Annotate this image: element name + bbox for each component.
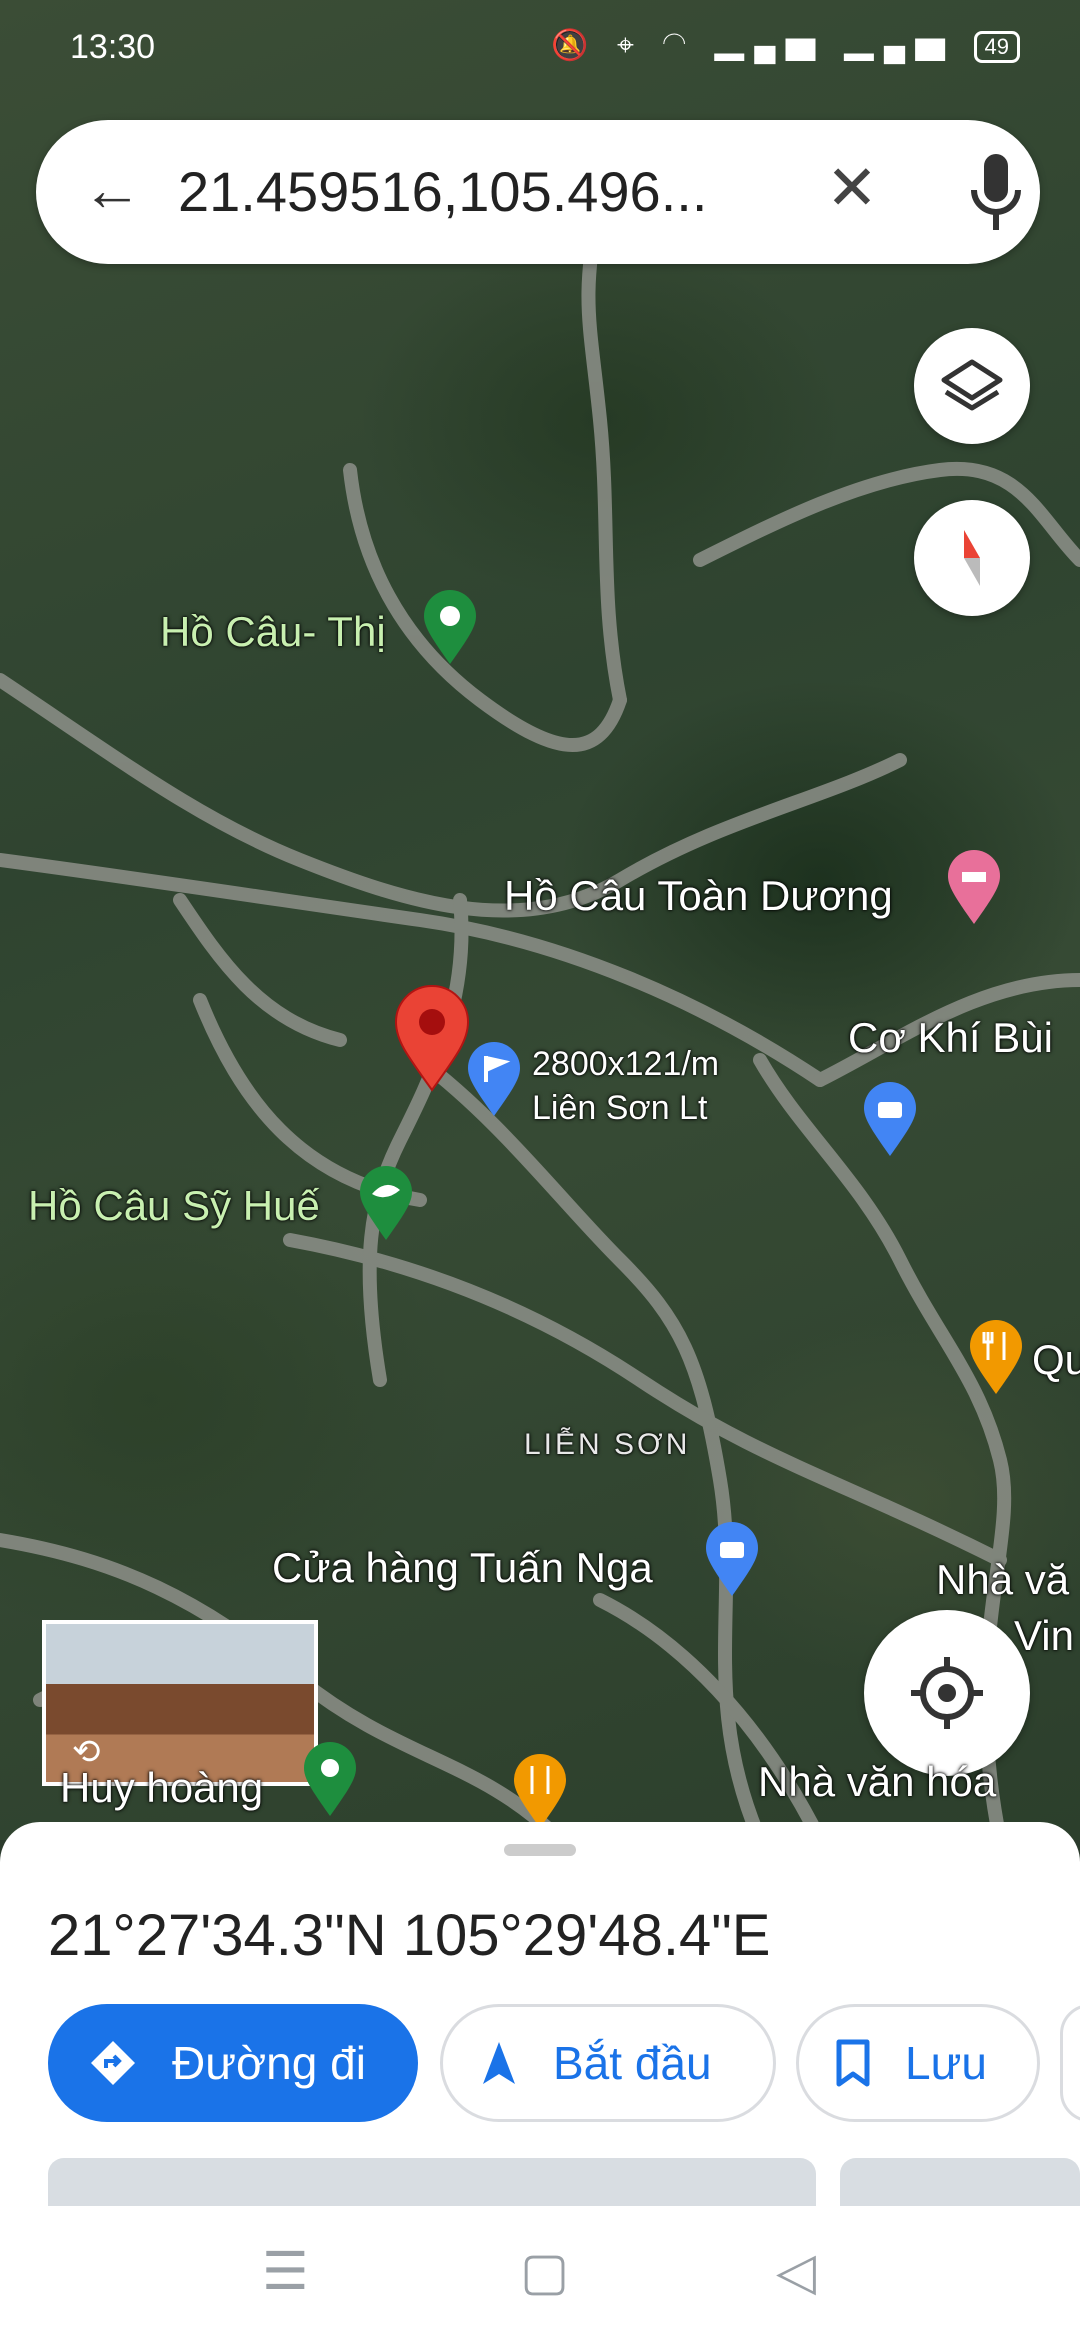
map-view[interactable]: 13:30 🔕 ⌖ ◠ ▂▄▆ ▂▄▆ 49 ← 21.459516,105.4… [0,0,1080,1840]
map-label-place-line1[interactable]: 2800x121/m [532,1042,719,1086]
my-location-button[interactable] [864,1610,1030,1776]
back-icon[interactable]: ◁ [776,2242,816,2302]
signal-icon-2: ▂▄▆ [843,29,956,62]
layers-button[interactable] [914,328,1030,444]
system-nav-bar: ☰ ▢ ◁ [0,2206,1080,2340]
status-bar: 13:30 🔕 ⌖ ◠ ▂▄▆ ▂▄▆ 49 [0,0,1080,100]
bookmark-icon [835,2038,871,2088]
navigation-icon [479,2038,519,2088]
map-label-ho-cau-thi[interactable]: Hồ Câu- Thị [160,608,386,656]
hotel-pin-icon[interactable] [944,848,1004,928]
map-label-huy-hoang[interactable]: Huy hoàng [60,1764,263,1812]
green-place-pin-icon[interactable] [420,588,480,668]
map-label-ho-cau-toan-duong[interactable]: Hồ Câu Toàn Dương [504,872,893,920]
directions-label: Đường đi [172,2037,366,2089]
restaurant-pin-icon-2[interactable] [510,1752,570,1832]
save-button[interactable]: Lưu [796,2004,1040,2122]
search-input[interactable]: 21.459516,105.496... [178,158,768,226]
directions-button[interactable]: Đường đi [48,2004,418,2122]
layers-icon [941,359,1003,411]
more-actions-button[interactable] [1060,2004,1080,2122]
status-time: 13:30 [70,28,156,66]
coordinates-title: 21°27'34.3"N 105°29'48.4"E [48,1903,771,1968]
wifi-icon: ◠ [662,29,696,62]
map-label-co-khi-bui[interactable]: Cơ Khí Bùi [848,1014,1053,1062]
status-icons: 🔕 ⌖ ◠ ▂▄▆ ▂▄▆ 49 [551,28,1020,64]
compass-icon [964,530,980,586]
signal-icon: ▂▄▆ [714,29,826,62]
map-label-nha-van-1[interactable]: Nhà vă [936,1556,1069,1604]
map-label-ho-cau-sy-hue[interactable]: Hồ Câu Sỹ Huế [28,1182,320,1230]
restaurant-pin-icon[interactable] [966,1318,1026,1398]
map-label-place-line2[interactable]: Liên Sơn Lt [532,1086,707,1130]
my-location-icon [911,1657,983,1729]
compass-button[interactable] [914,500,1030,616]
store-pin-icon[interactable] [702,1520,762,1600]
menu-icon[interactable]: ☰ [262,2242,309,2302]
map-label-nha-van-hoa[interactable]: Nhà văn hóa [758,1758,996,1806]
shopping-pin-icon[interactable] [860,1080,920,1160]
map-label-qu[interactable]: Qu [1032,1336,1080,1384]
start-button[interactable]: Bắt đầu [440,2004,776,2122]
map-label-area: LIỄN SƠN [524,1428,691,1461]
battery-icon: 49 [973,31,1020,64]
save-label: Lưu [905,2037,987,2089]
mute-icon: 🔕 [551,29,599,62]
drag-handle[interactable] [504,1844,576,1856]
mic-icon[interactable] [966,150,1026,234]
search-bar[interactable]: ← 21.459516,105.496... ✕ [36,120,1040,264]
fishing-pin-icon[interactable] [356,1164,416,1244]
map-label-cua-hang[interactable]: Cửa hàng Tuấn Nga [272,1544,653,1592]
start-label: Bắt đầu [553,2037,712,2089]
location-icon: ⌖ [616,29,644,62]
street-view-thumbnail[interactable]: ⟲ [42,1620,318,1786]
back-arrow-icon[interactable]: ← [82,158,142,222]
directions-icon [88,2038,138,2088]
home-icon[interactable]: ▢ [520,2242,569,2302]
flag-pin-icon[interactable] [464,1040,524,1120]
close-icon[interactable]: ✕ [826,154,878,224]
park-pin-icon[interactable] [300,1740,360,1820]
selected-location-pin-icon[interactable] [392,984,472,1094]
